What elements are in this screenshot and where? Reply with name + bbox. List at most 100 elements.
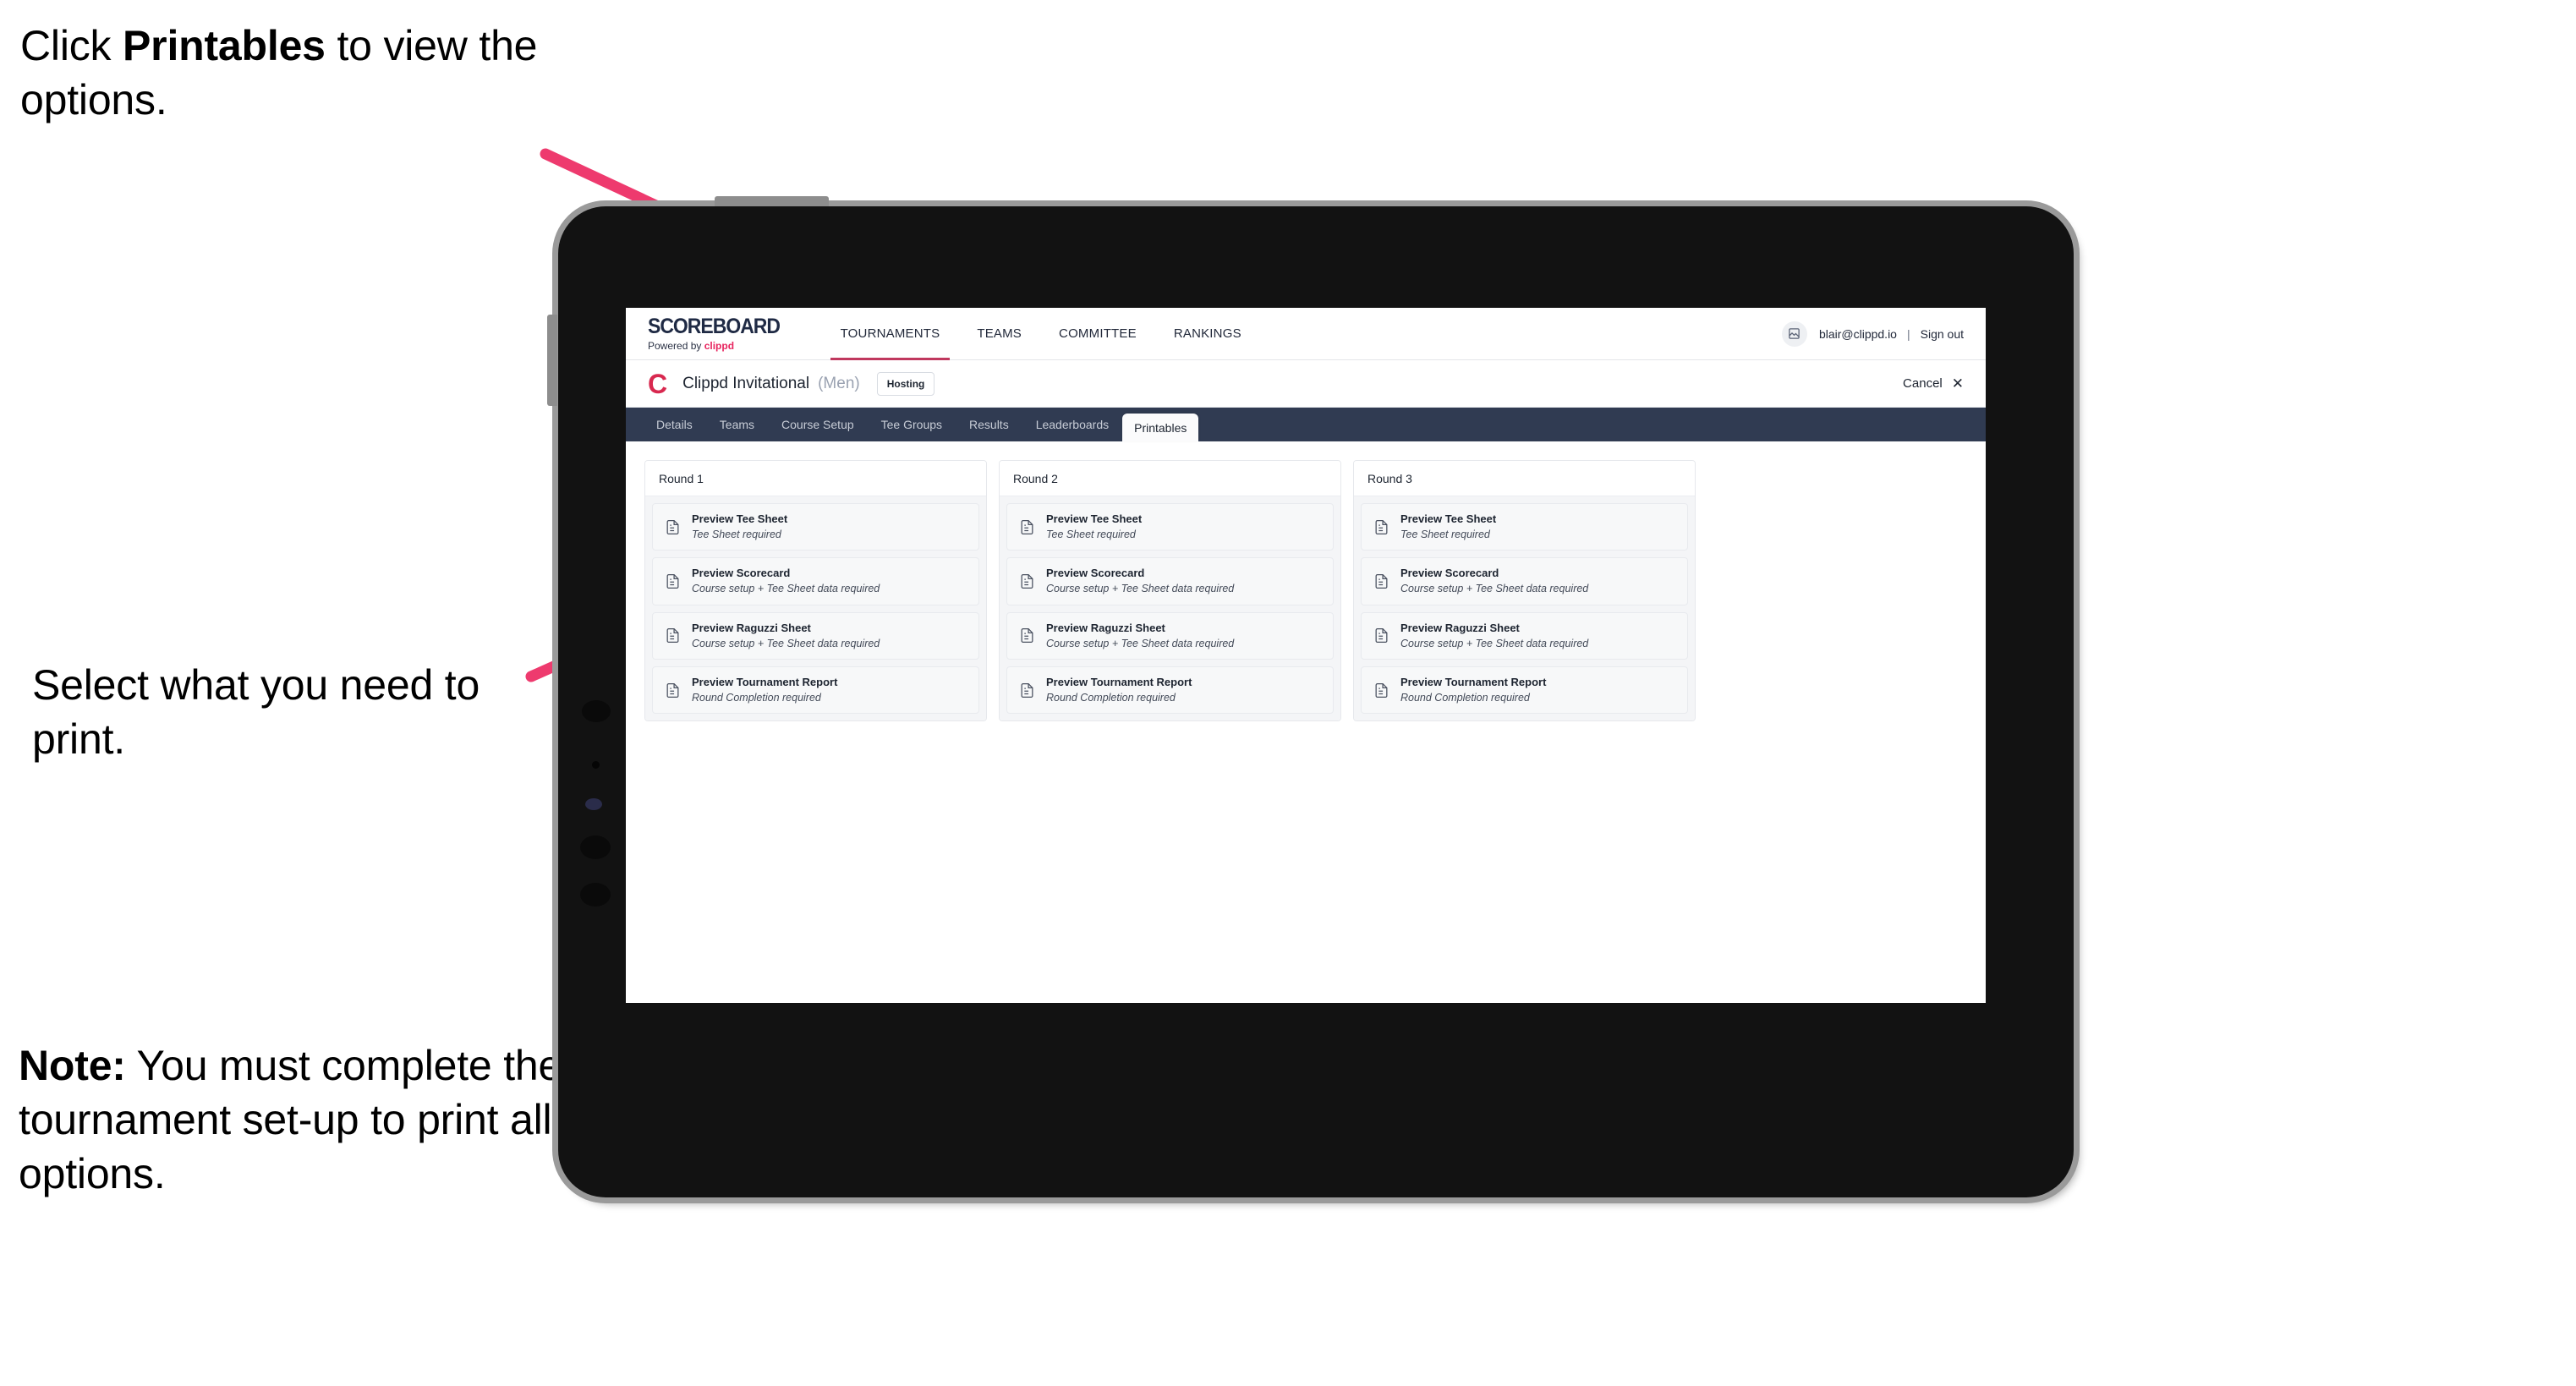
printable-item-title: Preview Tournament Report (1046, 675, 1192, 688)
app-top-navigation-bar: SCOREBOARD Powered by clippd TOURNAMENTS… (626, 308, 1986, 360)
printable-item-tournament-report[interactable]: Preview Tournament Report Round Completi… (1361, 666, 1688, 715)
round-column-header: Round 1 (645, 461, 986, 496)
tab-tee-groups[interactable]: Tee Groups (868, 408, 956, 441)
printable-item-requirement: Round Completion required (1046, 691, 1176, 704)
nav-item-tournaments[interactable]: TOURNAMENTS (822, 308, 959, 360)
tab-printables[interactable]: Printables (1122, 414, 1199, 441)
round-column-header: Round 3 (1354, 461, 1695, 496)
status-badge: Hosting (876, 371, 935, 396)
volume-button[interactable] (547, 315, 557, 406)
speaker-hole-icon (580, 835, 611, 859)
printable-item-raguzzi-sheet[interactable]: Preview Raguzzi Sheet Course setup + Tee… (1006, 611, 1334, 660)
brand-powered-by: Powered by clippd (648, 341, 792, 351)
printables-content: Round 1 Preview Tee Sheet Tee Sheet requ… (626, 441, 1986, 722)
printable-item-title: Preview Tournament Report (1400, 675, 1547, 688)
nav-item-committee[interactable]: COMMITTEE (1040, 308, 1155, 360)
round-column: Round 2 Preview Tee Sheet Tee Sheet requ… (999, 460, 1341, 722)
document-icon (1375, 682, 1388, 698)
tournament-header-bar: C Clippd Invitational (Men) Hosting Canc… (626, 360, 1986, 408)
printable-item-tee-sheet[interactable]: Preview Tee Sheet Tee Sheet required (652, 503, 979, 551)
printable-item-requirement: Tee Sheet required (692, 528, 781, 540)
tournament-subtab-bar: Details Teams Course Setup Tee Groups Re… (626, 408, 1986, 441)
printable-item-requirement: Course setup + Tee Sheet data required (1046, 583, 1235, 595)
annotation-click-bold: Printables (123, 22, 326, 69)
document-icon (1021, 628, 1033, 644)
annotation-click-prefix: Click (20, 22, 123, 69)
cancel-button-label: Cancel (1903, 376, 1943, 391)
cancel-button[interactable]: Cancel ✕ (1903, 376, 1964, 391)
printable-item-title: Preview Raguzzi Sheet (1046, 621, 1165, 634)
printable-item-tournament-report[interactable]: Preview Tournament Report Round Completi… (652, 666, 979, 715)
microphone-icon (592, 761, 600, 769)
clippd-logo-icon: C (648, 368, 668, 399)
nav-item-teams[interactable]: TEAMS (958, 308, 1040, 360)
document-icon (1375, 519, 1388, 534)
tablet-screen: SCOREBOARD Powered by clippd TOURNAMENTS… (626, 308, 1986, 1003)
printable-item-title: Preview Scorecard (1400, 567, 1499, 580)
tab-teams[interactable]: Teams (706, 408, 768, 441)
document-icon (1375, 573, 1388, 589)
document-icon (1375, 628, 1388, 644)
annotation-click-printables: Click Printables to view the options. (20, 19, 562, 127)
clippd-brand-label: clippd (704, 340, 735, 352)
account-separator: | (1906, 326, 1910, 341)
printable-item-requirement: Course setup + Tee Sheet data required (1400, 583, 1589, 595)
document-icon (666, 628, 679, 644)
printable-item-scorecard[interactable]: Preview Scorecard Course setup + Tee She… (1361, 557, 1688, 605)
round-column: Round 3 Preview Tee Sheet Tee Sheet requ… (1353, 460, 1696, 722)
front-camera-icon (585, 798, 602, 810)
tournament-name: Clippd Invitational (682, 374, 810, 392)
tab-leaderboards[interactable]: Leaderboards (1022, 408, 1122, 441)
round-card-list: Preview Tee Sheet Tee Sheet required Pre… (645, 496, 986, 721)
power-button[interactable] (715, 196, 829, 206)
printable-item-tee-sheet[interactable]: Preview Tee Sheet Tee Sheet required (1361, 503, 1688, 551)
printable-item-raguzzi-sheet[interactable]: Preview Raguzzi Sheet Course setup + Tee… (1361, 611, 1688, 660)
tablet-device: SCOREBOARD Powered by clippd TOURNAMENTS… (547, 196, 2074, 1197)
printable-item-requirement: Course setup + Tee Sheet data required (1046, 637, 1235, 649)
round-card-list: Preview Tee Sheet Tee Sheet required Pre… (1354, 496, 1695, 721)
printable-item-tee-sheet[interactable]: Preview Tee Sheet Tee Sheet required (1006, 503, 1334, 551)
printable-item-tournament-report[interactable]: Preview Tournament Report Round Completi… (1006, 666, 1334, 715)
printable-item-requirement: Tee Sheet required (1046, 528, 1136, 540)
speaker-hole-icon (580, 883, 611, 907)
speaker-hole-icon (582, 700, 611, 722)
tab-details[interactable]: Details (643, 408, 706, 441)
printable-item-scorecard[interactable]: Preview Scorecard Course setup + Tee She… (1006, 557, 1334, 605)
printable-item-title: Preview Tee Sheet (692, 512, 788, 525)
printable-item-title: Preview Tee Sheet (1046, 512, 1143, 525)
round-card-list: Preview Tee Sheet Tee Sheet required Pre… (1000, 496, 1340, 721)
avatar[interactable] (1781, 320, 1807, 347)
user-email-label: blair@clippd.io (1818, 326, 1897, 341)
document-icon (1021, 573, 1033, 589)
printable-item-title: Preview Tournament Report (692, 675, 838, 688)
round-column-header: Round 2 (1000, 461, 1340, 496)
scoreboard-logo[interactable]: SCOREBOARD Powered by clippd (648, 315, 792, 352)
tab-results[interactable]: Results (956, 408, 1022, 441)
account-area: blair@clippd.io | Sign out (1781, 320, 1964, 347)
printable-item-title: Preview Scorecard (1046, 567, 1145, 580)
sign-out-link[interactable]: Sign out (1921, 327, 1964, 341)
document-icon (1021, 519, 1033, 534)
annotation-select-print: Select what you need to print. (32, 661, 480, 763)
document-icon (1021, 682, 1033, 698)
printable-item-raguzzi-sheet[interactable]: Preview Raguzzi Sheet Course setup + Tee… (652, 611, 979, 660)
printable-item-title: Preview Tee Sheet (1400, 512, 1497, 525)
document-icon (666, 682, 679, 698)
user-image-icon (1789, 328, 1800, 339)
nav-item-rankings[interactable]: RANKINGS (1155, 308, 1260, 360)
brand-wordmark: SCOREBOARD (648, 315, 781, 338)
tournament-gender: (Men) (818, 374, 860, 392)
printable-item-title: Preview Raguzzi Sheet (692, 621, 811, 634)
printable-item-requirement: Course setup + Tee Sheet data required (692, 637, 880, 649)
document-icon (666, 573, 679, 589)
printable-item-scorecard[interactable]: Preview Scorecard Course setup + Tee She… (652, 557, 979, 605)
powered-by-label: Powered by (648, 340, 704, 352)
round-column: Round 1 Preview Tee Sheet Tee Sheet requ… (644, 460, 987, 722)
tab-course-setup[interactable]: Course Setup (768, 408, 868, 441)
primary-nav: TOURNAMENTS TEAMS COMMITTEE RANKINGS (822, 308, 1260, 360)
printable-item-title: Preview Raguzzi Sheet (1400, 621, 1520, 634)
annotation-note-label: Note: (19, 1042, 126, 1089)
printable-item-title: Preview Scorecard (692, 567, 791, 580)
printable-item-requirement: Course setup + Tee Sheet data required (692, 583, 880, 595)
close-x-icon: ✕ (1951, 375, 1964, 392)
